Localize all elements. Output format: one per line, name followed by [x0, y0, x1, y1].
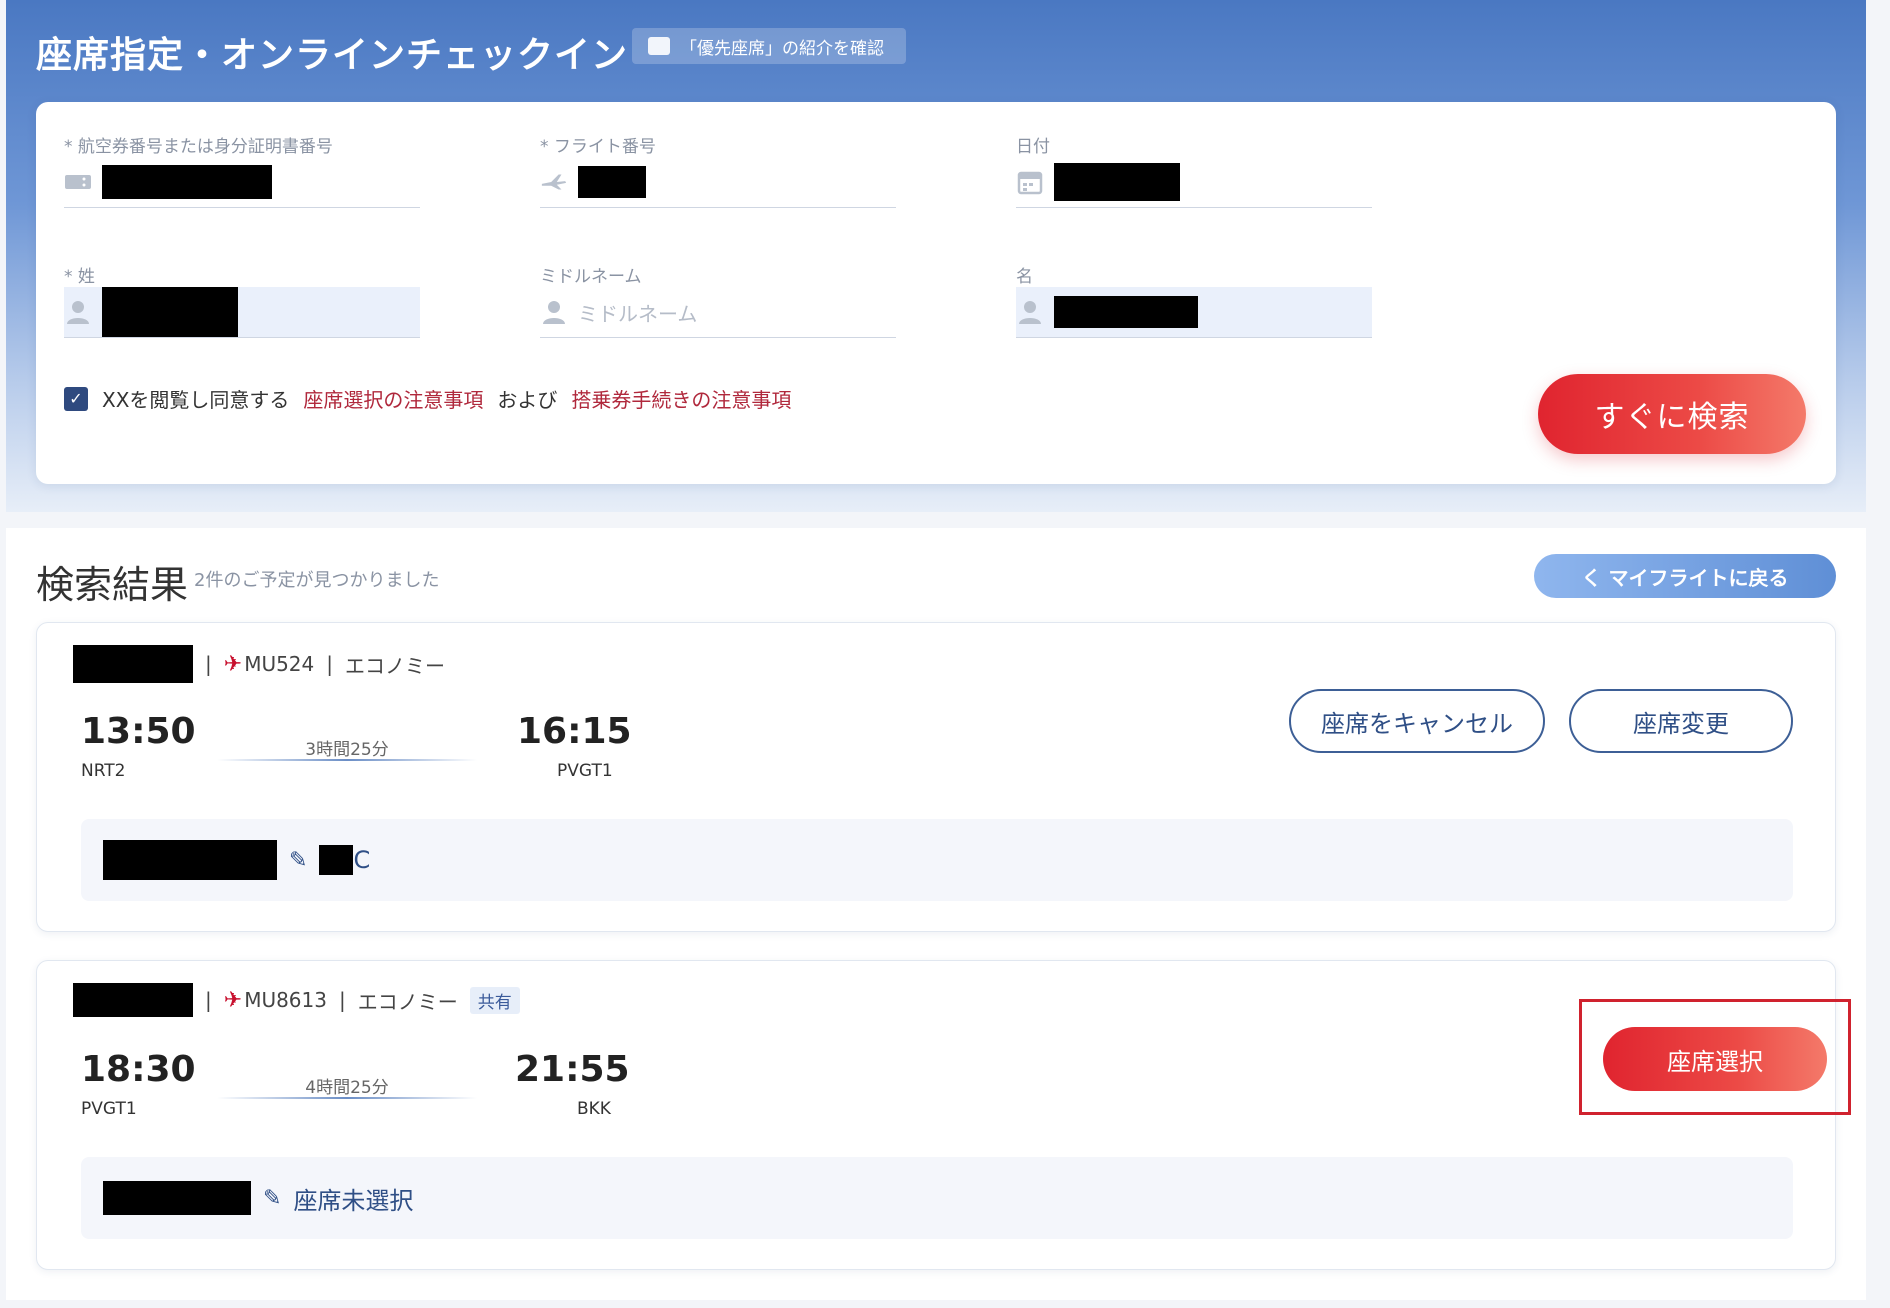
flight-number-label: * フライト番号: [540, 137, 656, 157]
flight-duration: 3時間25分: [305, 740, 389, 760]
flight-header: | ✈ MU8613 | エコノミー 共有: [73, 983, 520, 1017]
given-name-value: [1054, 296, 1198, 328]
search-form: * 航空券番号または身分証明書番号 * フライト番号 日付 * 姓 ミドルネーム…: [36, 102, 1836, 484]
results-title: 検索結果: [36, 563, 189, 607]
pencil-icon[interactable]: ✎: [289, 848, 307, 873]
agree-mid: および: [497, 388, 558, 412]
surname-label: * 姓: [64, 267, 95, 287]
arrival-airport: BKK: [577, 1099, 611, 1119]
calendar-icon: [1016, 170, 1044, 195]
change-seat-button[interactable]: 座席変更: [1569, 689, 1793, 753]
arrival-time: 21:55: [515, 1049, 630, 1090]
departure-airport: PVGT1: [81, 1099, 137, 1119]
flight-header: | ✈ MU524 | エコノミー: [73, 645, 445, 683]
plane-icon: [540, 170, 568, 194]
divider: |: [326, 652, 334, 676]
agree-prefix: XXを閲覧し同意する: [102, 388, 290, 412]
middle-name-label: ミドルネーム: [540, 267, 642, 287]
departure-time: 18:30: [81, 1049, 196, 1090]
middle-name-field[interactable]: ミドルネーム ミドルネーム: [540, 262, 896, 338]
person-icon: [540, 300, 568, 324]
surname-field[interactable]: * 姓: [64, 262, 420, 338]
results-section: 検索結果 2件のご予定が見つかりました く マイフライトに戻る | ✈ MU52…: [6, 528, 1866, 1300]
cancel-seat-button[interactable]: 座席をキャンセル: [1289, 689, 1545, 753]
arrival-time: 16:15: [517, 711, 632, 752]
airline-logo-icon: ✈: [223, 651, 243, 677]
cabin-class: エコノミー: [345, 653, 446, 678]
given-name-label: 名: [1016, 267, 1033, 287]
scrollbar[interactable]: [1866, 0, 1890, 1308]
agree-checkbox[interactable]: ✓: [64, 386, 88, 411]
departure-airport: NRT2: [81, 761, 126, 781]
ticket-number-label: * 航空券番号または身分証明書番号: [64, 137, 333, 157]
passenger-name-redacted: [103, 1181, 251, 1215]
surname-value: [102, 287, 238, 337]
search-button[interactable]: すぐに検索: [1538, 374, 1806, 454]
arrival-airport: PVGT1: [557, 761, 613, 781]
check-icon: ✓: [69, 389, 83, 408]
ticket-number-field[interactable]: * 航空券番号または身分証明書番号: [64, 132, 420, 208]
flight-date-redacted: [73, 983, 193, 1017]
seat-icon: [648, 37, 670, 55]
divider: |: [205, 988, 212, 1012]
codeshare-badge: 共有: [469, 986, 520, 1014]
select-seat-button[interactable]: 座席選択: [1603, 1027, 1827, 1091]
date-field[interactable]: 日付: [1016, 132, 1372, 208]
duration-line: [217, 1097, 477, 1099]
page: 座席指定・オンラインチェックイン 「優先座席」の紹介を確認 * 航空券番号または…: [0, 0, 1890, 1308]
seat-status[interactable]: 座席未選択: [293, 1181, 413, 1216]
middle-name-placeholder: ミドルネーム: [578, 301, 698, 326]
person-icon: [1016, 300, 1044, 324]
passenger-seat-row: ✎ 座席未選択: [81, 1157, 1793, 1239]
cabin-class: エコノミー: [357, 989, 458, 1014]
seat-number-redacted: [319, 845, 354, 875]
duration-line: [217, 759, 477, 761]
airline-logo-icon: ✈: [223, 987, 243, 1013]
flight-number: MU8613: [244, 988, 327, 1012]
results-subtitle: 2件のご予定が見つかりました: [194, 570, 440, 591]
ticket-icon: [64, 170, 92, 194]
page-title: 座席指定・オンラインチェックイン: [36, 35, 629, 76]
person-icon: [64, 300, 92, 324]
flight-card: | ✈ MU524 | エコノミー 13:50 NRT2 3時間25分 16:1…: [36, 622, 1836, 932]
passenger-name-redacted: [103, 840, 277, 880]
boarding-notice-link[interactable]: 搭乗券手続きの注意事項: [571, 384, 791, 413]
given-name-field[interactable]: 名: [1016, 262, 1372, 338]
passenger-seat-row: ✎ C: [81, 819, 1793, 901]
seat-letter: C: [353, 846, 371, 874]
divider: |: [338, 988, 346, 1012]
priority-seat-label: 「優先座席」の紹介を確認: [680, 38, 884, 59]
date-label: 日付: [1016, 137, 1050, 157]
flight-card: | ✈ MU8613 | エコノミー 共有 18:30 PVGT1 4時間25分…: [36, 960, 1851, 1270]
departure-time: 13:50: [81, 711, 196, 752]
ticket-number-value: [102, 165, 272, 199]
flight-date-redacted: [73, 645, 193, 683]
priority-seat-link[interactable]: 「優先座席」の紹介を確認: [632, 28, 906, 64]
agreement-row: ✓ XXを閲覧し同意する 座席選択の注意事項 および 搭乗券手続きの注意事項: [64, 384, 791, 413]
pencil-icon[interactable]: ✎: [263, 1186, 281, 1211]
date-value: [1054, 163, 1180, 201]
back-to-my-flights-button[interactable]: く マイフライトに戻る: [1534, 554, 1836, 598]
flight-number-value: [578, 166, 646, 198]
seat-notice-link[interactable]: 座席選択の注意事項: [303, 384, 483, 413]
flight-duration: 4時間25分: [305, 1078, 389, 1098]
divider: |: [205, 652, 212, 676]
flight-number: MU524: [244, 652, 315, 676]
flight-number-field[interactable]: * フライト番号: [540, 132, 896, 208]
